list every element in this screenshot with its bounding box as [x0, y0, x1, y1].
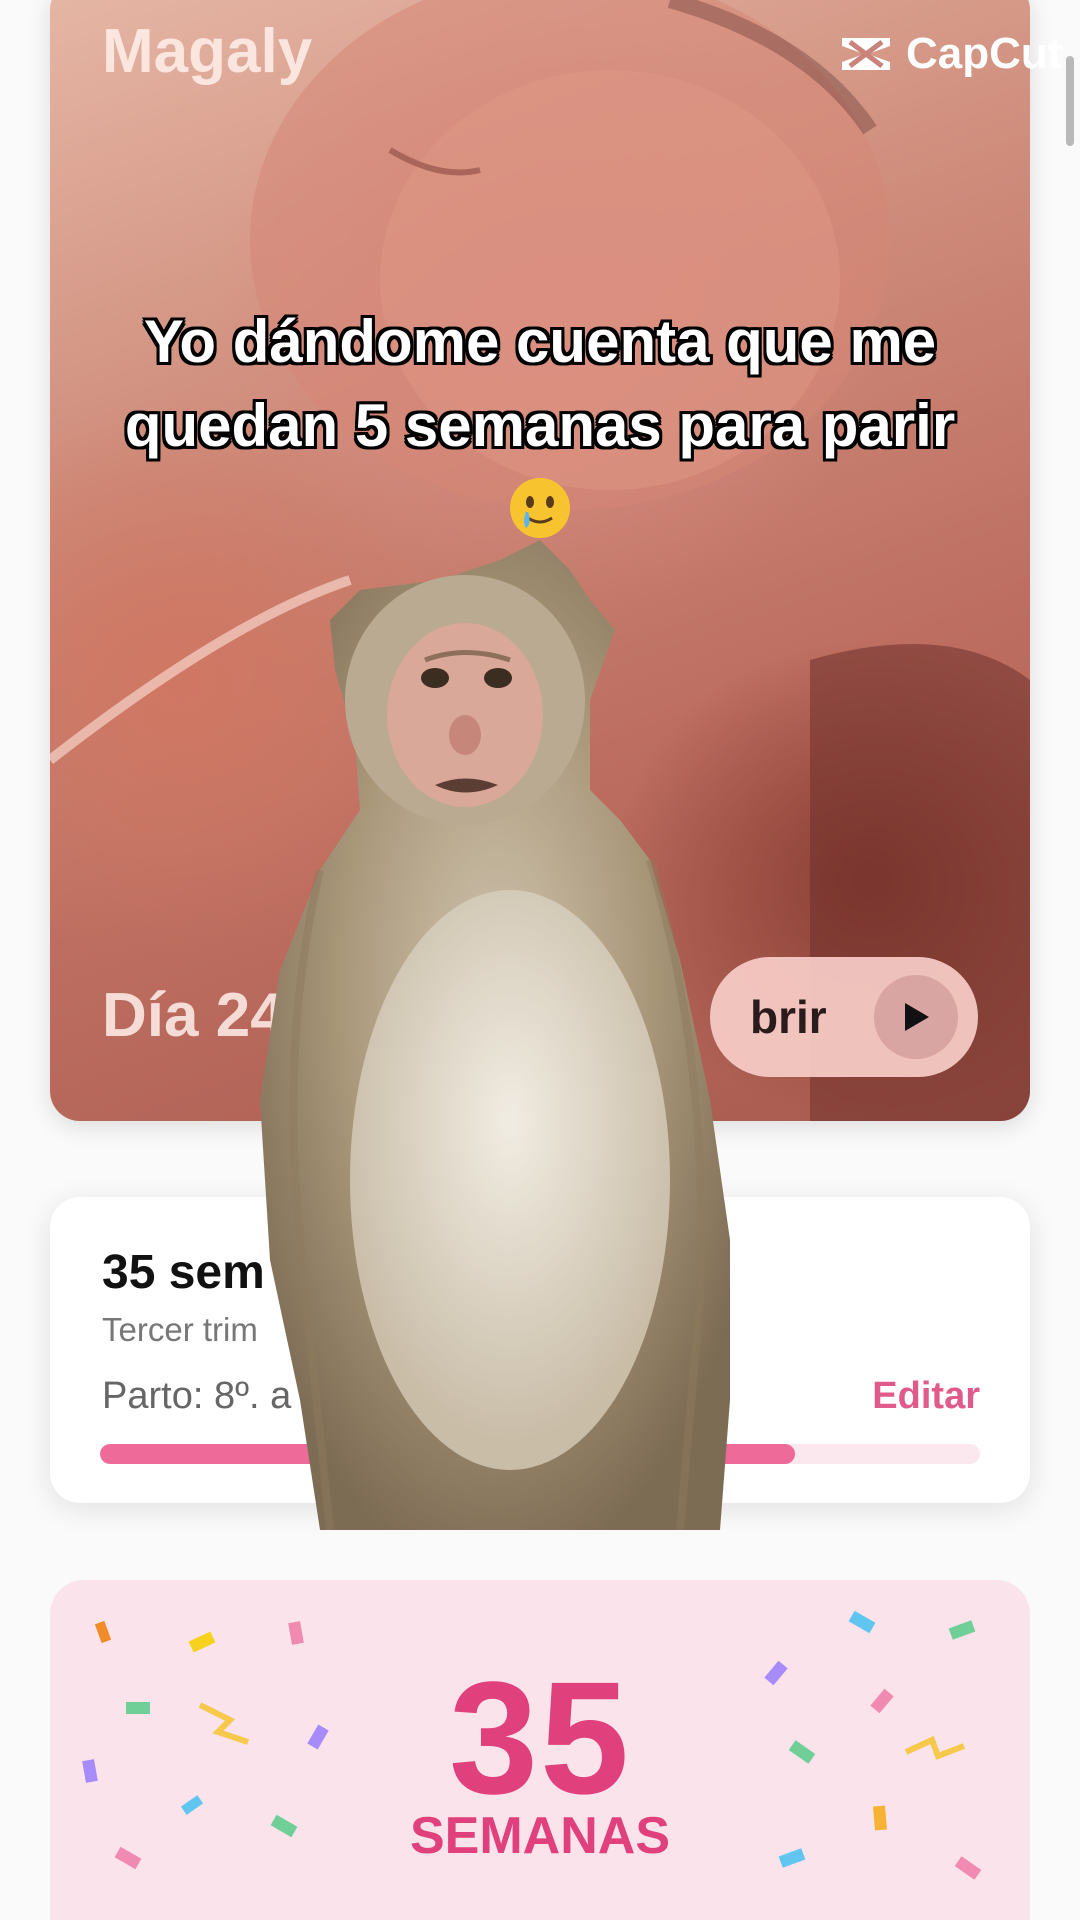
play-icon[interactable] — [874, 975, 958, 1059]
video-caption: Yo dándome cuenta que me quedan 5 semana… — [60, 300, 1020, 468]
day-counter: Día 24 — [102, 981, 285, 1050]
capcut-logo-icon — [842, 38, 890, 70]
week-title: 35 sem — [102, 1246, 265, 1299]
monkey-sticker — [260, 540, 730, 1530]
crying-smile-emoji — [510, 478, 570, 538]
weeks-number: 35 — [449, 1648, 631, 1827]
mother-name: Magaly — [102, 17, 313, 86]
weeks-celebration-card: 35 SEMANAS — [50, 1580, 1030, 1920]
trimester-label: Tercer trim — [102, 1311, 258, 1348]
weeks-label: SEMANAS — [409, 1807, 671, 1865]
capcut-label: CapCut — [906, 29, 1063, 78]
screen: Magaly Día 24 brir CapCut 35 sem Tercer … — [0, 0, 1080, 1920]
scrollbar[interactable] — [1066, 56, 1074, 146]
caption-line-1: Yo dándome cuenta que me — [143, 308, 937, 375]
edit-button[interactable]: Editar — [872, 1375, 980, 1418]
caption-line-2: quedan 5 semanas para parir — [124, 392, 956, 459]
capcut-watermark: CapCut — [838, 26, 1062, 82]
